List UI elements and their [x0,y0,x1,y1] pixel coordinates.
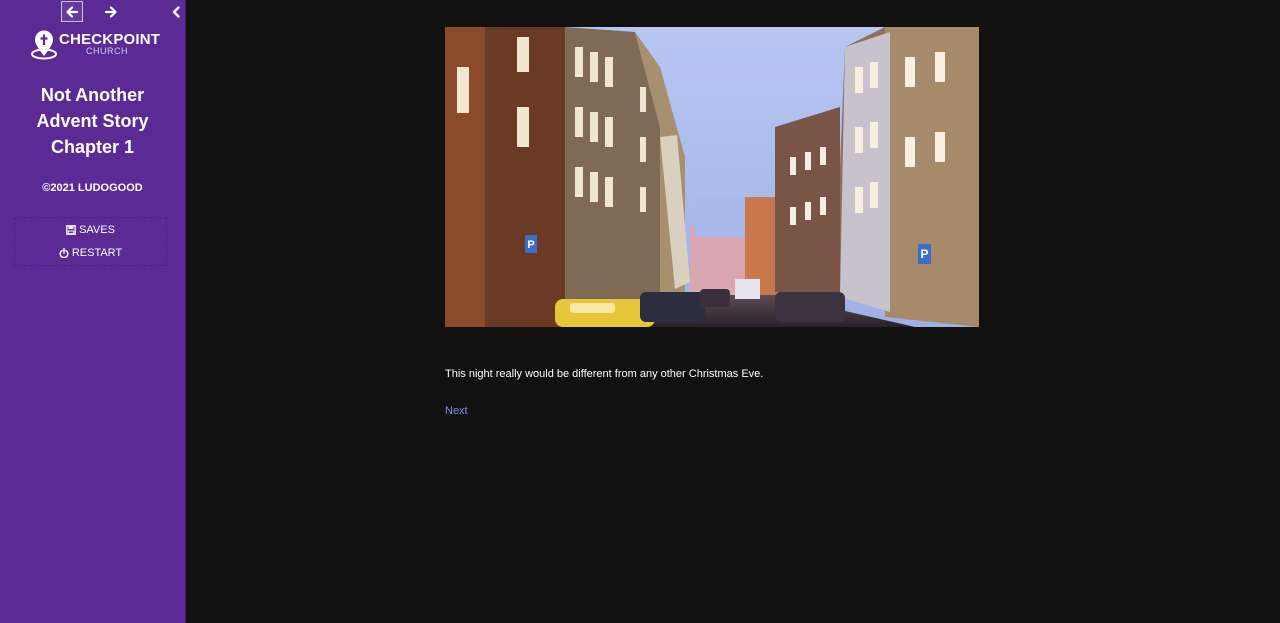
story-title-line: Chapter 1 [50,137,135,157]
passage-text: This night really would be different fro… [445,368,764,380]
story-panel: P P This night really would be different… [186,0,1280,623]
saves-button[interactable]: SAVES [15,224,166,236]
power-icon [59,248,69,258]
story-title-line: Advent Story [36,111,149,131]
arrow-left-icon [66,5,79,18]
collapse-sidebar-button[interactable] [165,1,187,22]
svg-text:P: P [527,239,534,251]
scene-image: P P [445,27,979,327]
forward-button[interactable] [100,1,122,22]
story-title-line: Not Another [40,85,145,105]
back-button[interactable] [61,1,83,22]
restart-label: RESTART [71,247,123,259]
story-title: Not Another Advent Story Chapter 1 [0,82,185,160]
chevron-left-icon [172,5,180,18]
svg-text:P: P [920,247,928,261]
logo-subname: CHURCH [86,46,128,56]
arrow-right-icon [104,5,117,18]
restart-button[interactable]: RESTART [15,247,166,259]
map-pin-cross-icon [31,30,57,60]
next-link[interactable]: Next [445,405,468,417]
city-street-illustration: P P [445,27,979,327]
floppy-disk-icon [66,225,76,235]
saves-label: SAVES [79,224,115,236]
church-logo: CHECKPOINT CHURCH [30,30,160,60]
sidebar: CHECKPOINT CHURCH Not Another Advent Sto… [0,0,186,623]
copyright-text: ©2021 LUDOGOOD [42,182,143,194]
sidebar-menu: SAVES RESTART [14,217,167,266]
